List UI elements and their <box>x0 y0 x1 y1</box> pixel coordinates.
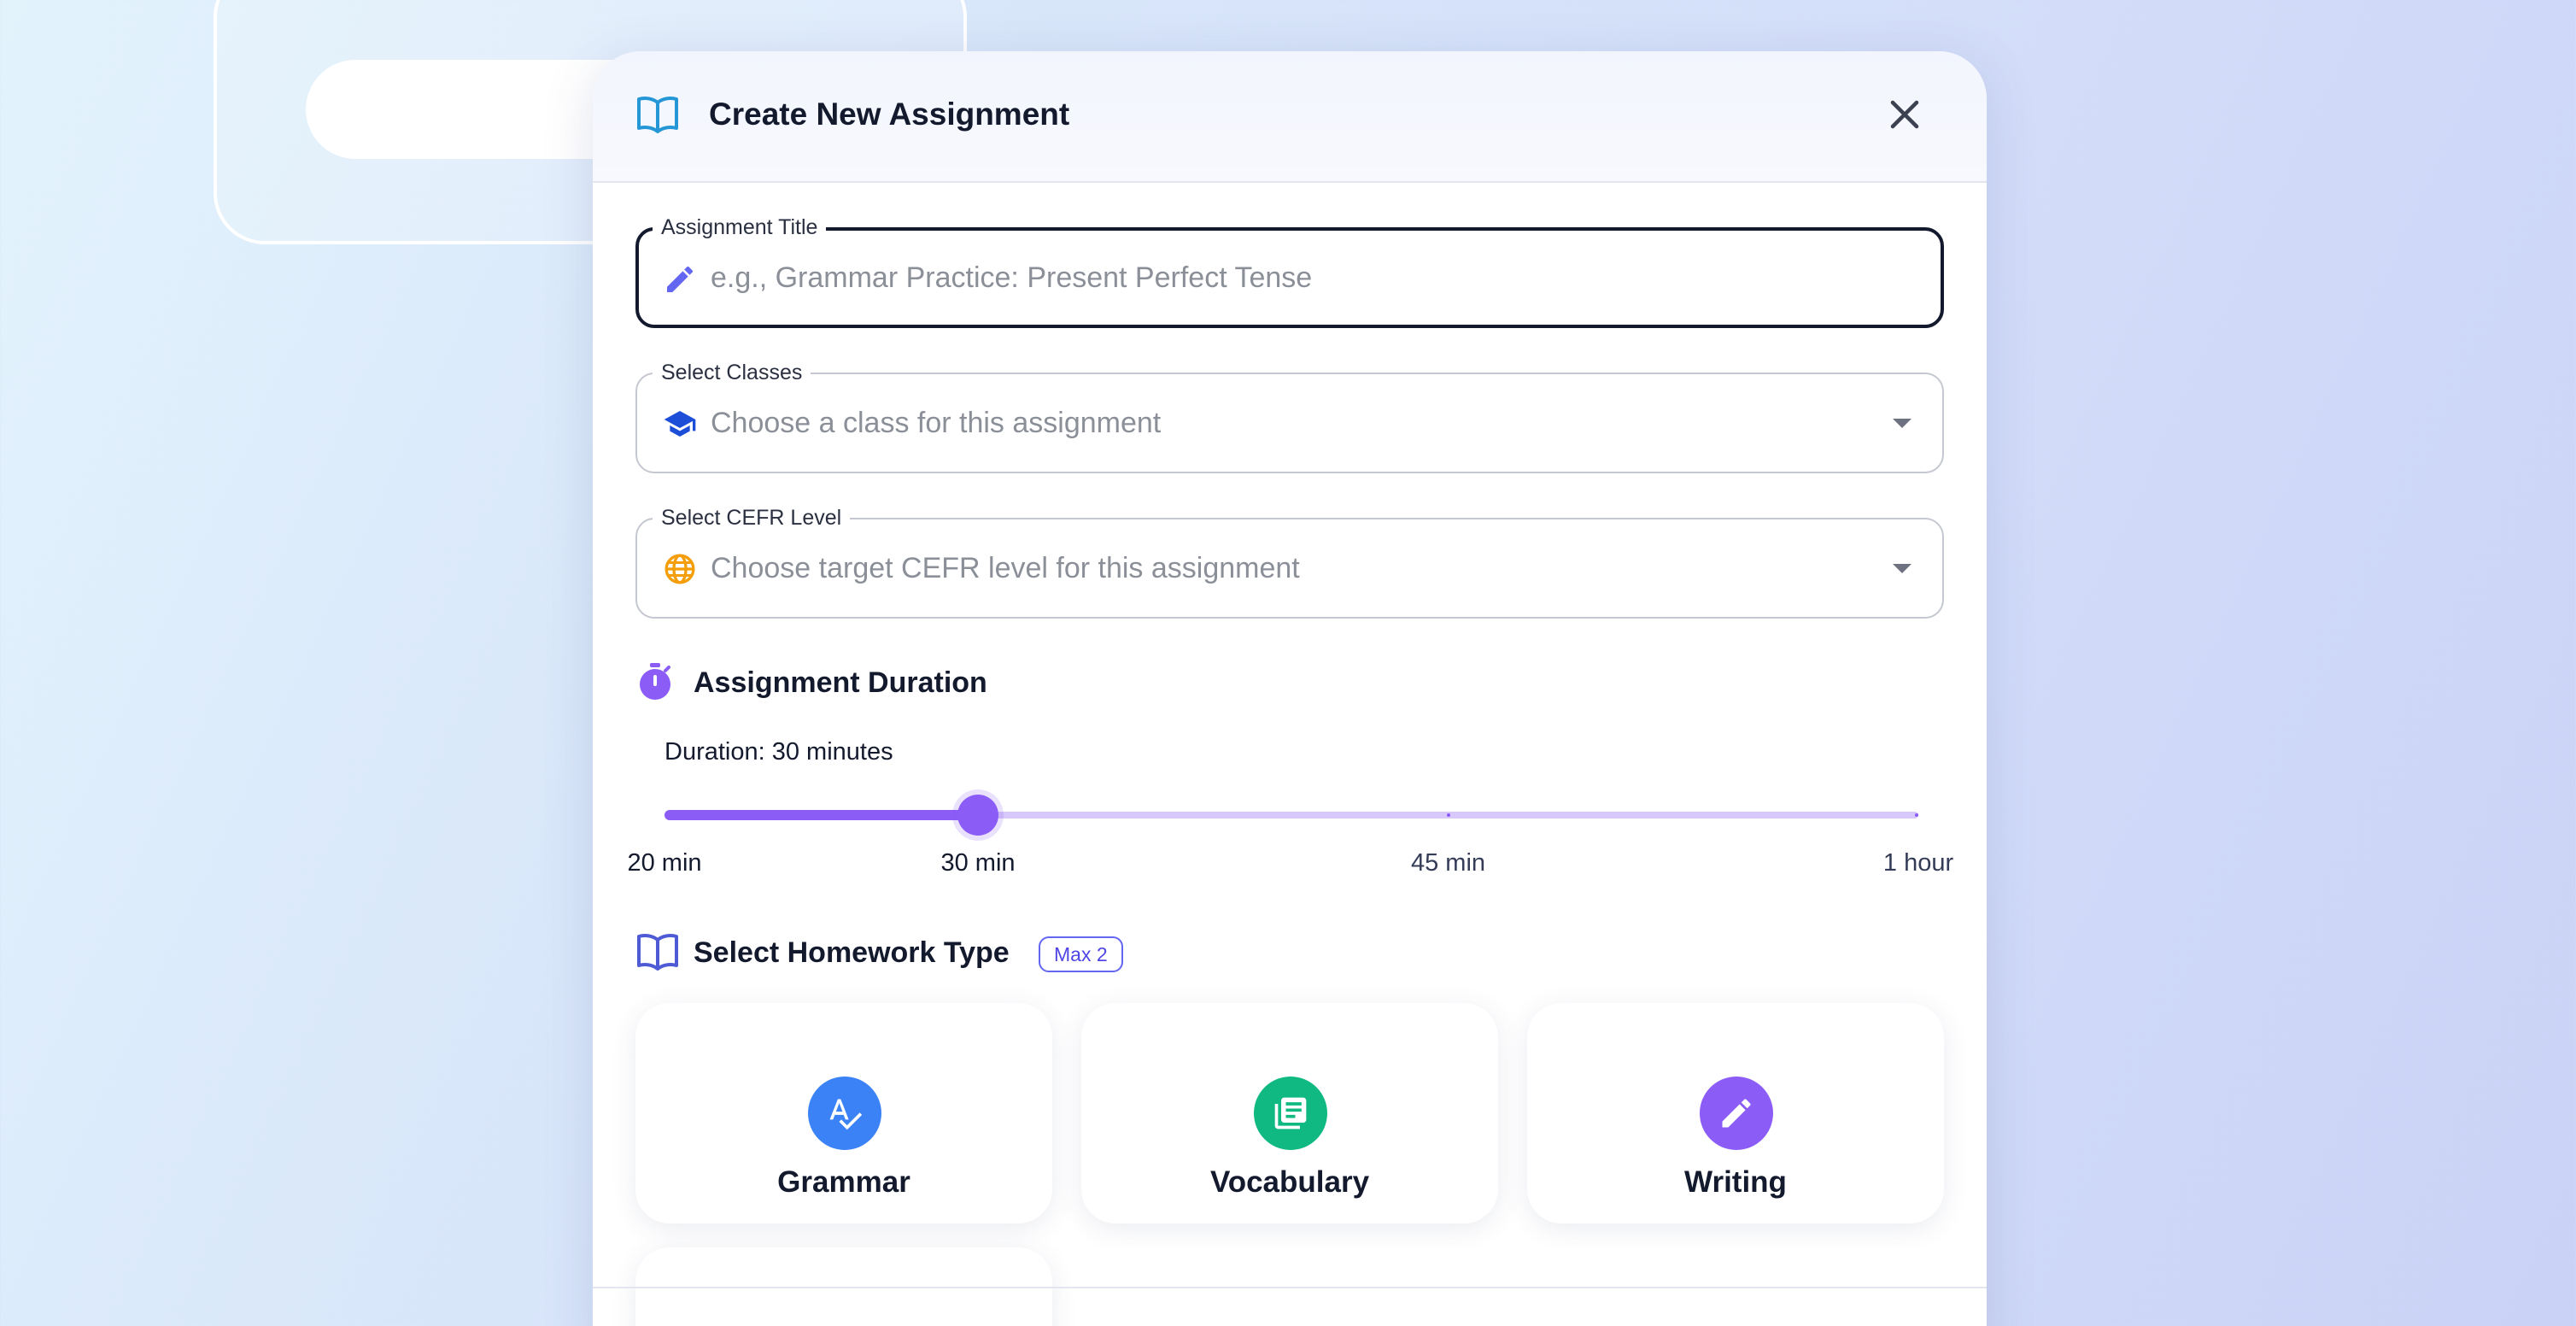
dialog-header: Create New Assignment <box>593 51 1987 183</box>
select-classes-dropdown[interactable]: Select Classes Choose a class for this a… <box>635 361 1944 473</box>
slider-mark <box>1446 813 1450 817</box>
assignment-title-field[interactable]: Assignment Title <box>635 215 1944 328</box>
assignment-title-label: Assignment Title <box>653 215 827 239</box>
select-classes-label: Select Classes <box>653 361 811 384</box>
select-classes-placeholder: Choose a class for this assignment <box>711 407 1162 439</box>
homework-type-card-grammar[interactable]: Grammar <box>635 1003 1052 1223</box>
book-open-icon <box>637 934 678 971</box>
pencil-icon <box>667 266 694 292</box>
homework-type-label: Writing <box>1684 1165 1787 1199</box>
book-open-icon <box>637 97 678 133</box>
pencil-icon <box>1722 1099 1751 1128</box>
duration-section-title: Assignment Duration <box>694 666 987 699</box>
duration-slider-thumb[interactable] <box>957 795 998 836</box>
duration-mark-label: 1 hour <box>1882 849 1954 877</box>
duration-mark-label: 30 min <box>940 849 1016 877</box>
create-assignment-dialog: Create New Assignment Assignment Title S… <box>593 51 1987 1326</box>
homework-type-label: Vocabulary <box>1209 1165 1370 1199</box>
max-selection-badge: Max 2 <box>1039 936 1123 972</box>
select-cefr-level-placeholder: Choose target CEFR level for this assign… <box>711 552 1300 584</box>
chevron-down-icon[interactable] <box>1893 419 1912 428</box>
homework-type-section-title: Select Homework Type <box>694 936 1010 969</box>
assignment-title-input[interactable] <box>711 261 1821 295</box>
library-books-icon <box>1274 1097 1307 1129</box>
slider-mark <box>1915 813 1918 817</box>
homework-type-card-writing[interactable]: Writing <box>1527 1003 1944 1223</box>
select-cefr-level-label: Select CEFR Level <box>653 506 851 530</box>
select-cefr-level-dropdown[interactable]: Select CEFR Level Choose target CEFR lev… <box>635 506 1944 619</box>
graduation-cap-icon <box>664 411 696 437</box>
dialog-title: Create New Assignment <box>709 97 1070 132</box>
duration-value-text: Duration: 30 minutes <box>664 738 893 766</box>
close-icon[interactable] <box>1884 94 1925 135</box>
homework-type-card-vocabulary[interactable]: Vocabulary <box>1081 1003 1498 1223</box>
duration-mark-label: 20 min <box>627 849 702 877</box>
chevron-down-icon[interactable] <box>1893 564 1912 573</box>
stopwatch-icon <box>640 663 670 700</box>
duration-mark-label: 45 min <box>1410 849 1486 877</box>
grammar-icon-circle <box>808 1077 881 1150</box>
homework-type-label: Grammar <box>777 1165 910 1199</box>
spellcheck-icon <box>829 1099 863 1130</box>
globe-icon <box>664 554 695 584</box>
footer-divider <box>593 1287 1987 1288</box>
duration-slider[interactable] <box>664 795 1918 836</box>
vocabulary-icon-circle <box>1254 1077 1327 1150</box>
writing-icon-circle <box>1700 1077 1773 1150</box>
duration-slider-fill <box>664 810 978 820</box>
